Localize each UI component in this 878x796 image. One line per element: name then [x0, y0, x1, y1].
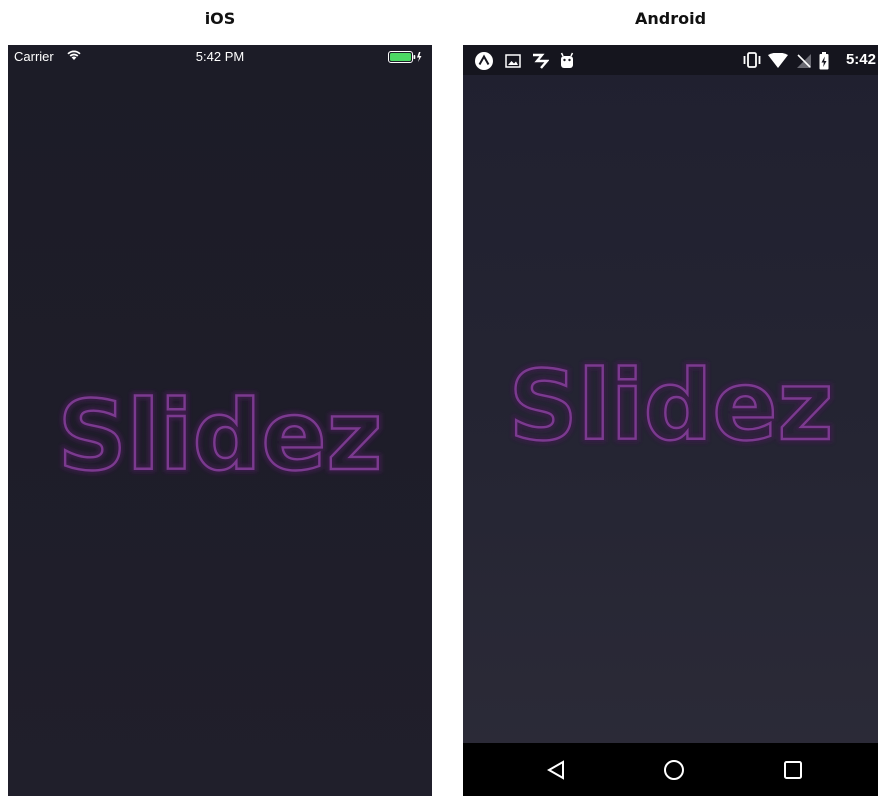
- battery-icon: [388, 51, 424, 66]
- ios-time: 5:42 PM: [195, 49, 245, 64]
- ios-logo: Slidez Slidez: [52, 377, 388, 496]
- back-icon[interactable]: [546, 760, 565, 785]
- ios-label: iOS: [204, 9, 236, 28]
- expo-icon: [475, 52, 493, 75]
- android-nav-bar: [463, 743, 878, 796]
- battery-charging-icon: [819, 52, 829, 75]
- home-icon[interactable]: [663, 759, 685, 786]
- android-status-bar: 5:42: [463, 45, 878, 75]
- ios-screen: Carrier 5:42 PM Slidez Slidez: [8, 45, 432, 796]
- image-icon: [505, 53, 521, 74]
- android-logo-text: Slidez: [509, 355, 834, 455]
- recents-icon[interactable]: [783, 760, 803, 785]
- wifi-icon: [768, 52, 788, 73]
- check-icon: [531, 52, 550, 75]
- android-logo: Slidez Slidez: [503, 347, 839, 466]
- ios-logo-text: Slidez: [58, 385, 383, 485]
- no-signal-icon: [796, 53, 812, 74]
- ios-status-bar: Carrier 5:42 PM: [8, 45, 432, 69]
- android-label: Android: [634, 9, 707, 28]
- android-screen: 5:42 Slidez Slidez: [463, 45, 878, 796]
- android-debug-icon: [559, 52, 575, 74]
- android-time: 5:42: [845, 51, 876, 68]
- vibrate-icon: [741, 52, 763, 73]
